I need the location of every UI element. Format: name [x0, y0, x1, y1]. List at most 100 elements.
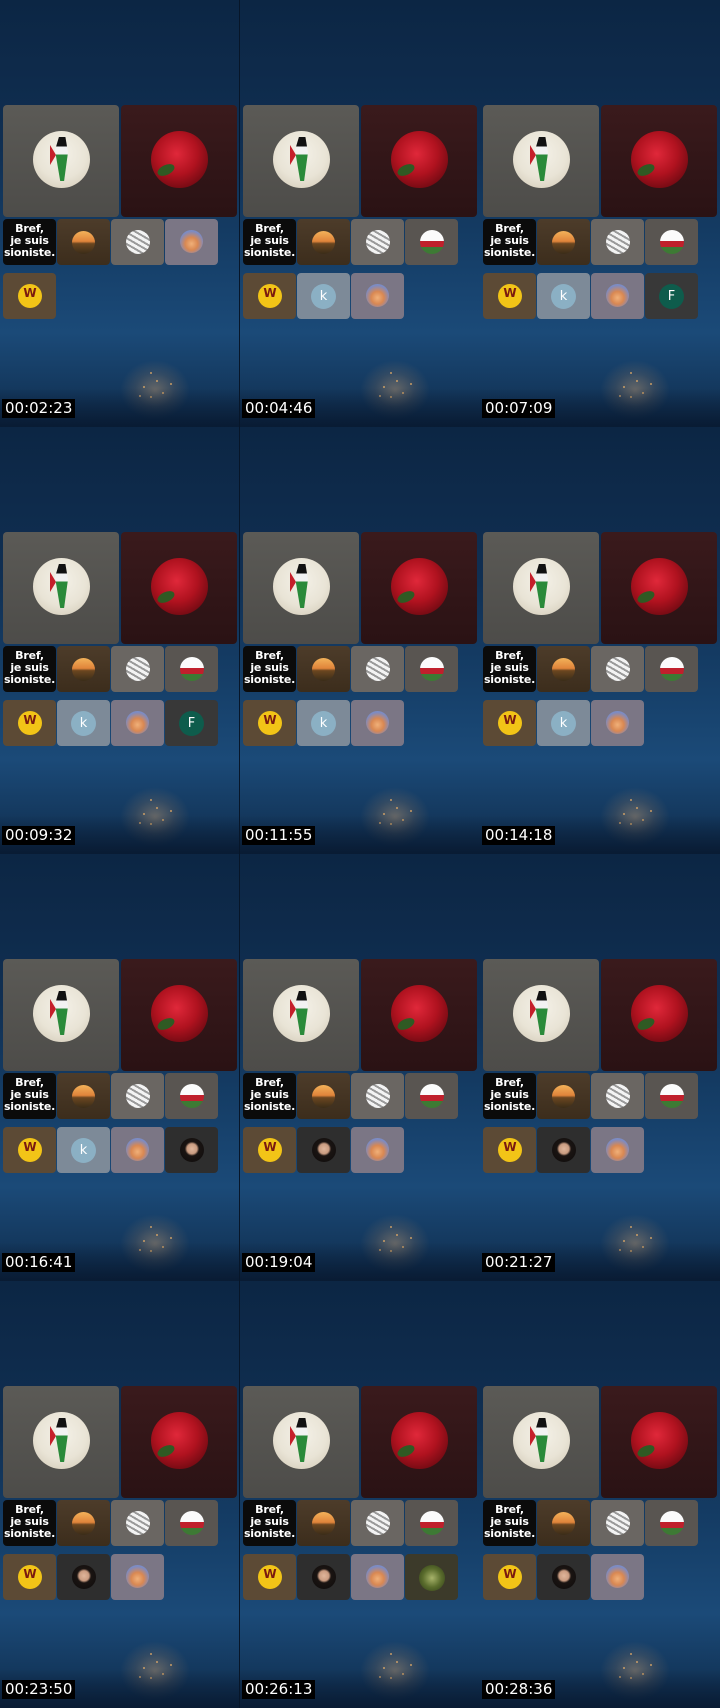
participant-tile-flag[interactable]	[165, 1073, 218, 1119]
participant-tile-k[interactable]: k	[537, 700, 590, 746]
participant-tile-flag[interactable]	[405, 646, 458, 692]
participant-tile-woman[interactable]	[57, 1554, 110, 1600]
participant-tile-sunset[interactable]	[537, 1500, 590, 1546]
participant-tile-w[interactable]: W	[3, 1554, 56, 1600]
participant-tile-w[interactable]: W	[483, 1554, 536, 1600]
participant-tile-map-speaker[interactable]	[483, 105, 599, 217]
participant-tile-map-speaker[interactable]	[243, 105, 359, 217]
participant-tile-flag[interactable]	[645, 1073, 698, 1119]
participant-tile-bref[interactable]: Bref, je suis sioniste.	[243, 646, 296, 692]
participant-tile-ball[interactable]	[591, 646, 644, 692]
participant-tile-k[interactable]: k	[57, 700, 110, 746]
participant-tile-green[interactable]	[405, 1554, 458, 1600]
participant-tile-rose-speaker[interactable]	[601, 959, 717, 1071]
participant-tile-bref[interactable]: Bref, je suis sioniste.	[483, 646, 536, 692]
participant-tile-sunset[interactable]	[57, 1073, 110, 1119]
participant-tile-bref[interactable]: Bref, je suis sioniste.	[483, 219, 536, 265]
participant-tile-rose-speaker[interactable]	[361, 959, 477, 1071]
participant-tile-w[interactable]: W	[243, 700, 296, 746]
participant-tile-map-speaker[interactable]	[243, 532, 359, 644]
participant-tile-ball[interactable]	[111, 1073, 164, 1119]
participant-tile-w[interactable]: W	[3, 1127, 56, 1173]
participant-tile-map-speaker[interactable]	[3, 959, 119, 1071]
participant-tile-bref[interactable]: Bref, je suis sioniste.	[3, 219, 56, 265]
participant-tile-flag[interactable]	[165, 1500, 218, 1546]
participant-tile-light[interactable]	[591, 1554, 644, 1600]
participant-tile-map-speaker[interactable]	[483, 532, 599, 644]
participant-tile-k[interactable]: k	[537, 273, 590, 319]
participant-tile-bref[interactable]: Bref, je suis sioniste.	[3, 646, 56, 692]
participant-tile-w[interactable]: W	[243, 273, 296, 319]
participant-tile-rose-speaker[interactable]	[121, 959, 237, 1071]
participant-tile-bref[interactable]: Bref, je suis sioniste.	[483, 1073, 536, 1119]
participant-tile-sunset[interactable]	[537, 219, 590, 265]
participant-tile-ball[interactable]	[351, 1073, 404, 1119]
participant-tile-ball[interactable]	[111, 219, 164, 265]
participant-tile-sunset[interactable]	[537, 1073, 590, 1119]
participant-tile-flag[interactable]	[645, 1500, 698, 1546]
participant-tile-sunset[interactable]	[297, 219, 350, 265]
participant-tile-sunset[interactable]	[297, 1073, 350, 1119]
participant-tile-flag[interactable]	[645, 646, 698, 692]
participant-tile-light[interactable]	[591, 700, 644, 746]
participant-tile-rose-speaker[interactable]	[601, 532, 717, 644]
participant-tile-flag[interactable]	[405, 1073, 458, 1119]
participant-tile-woman[interactable]	[537, 1127, 590, 1173]
participant-tile-woman[interactable]	[297, 1127, 350, 1173]
participant-tile-light[interactable]	[111, 1127, 164, 1173]
participant-tile-rose-speaker[interactable]	[361, 532, 477, 644]
participant-tile-bref[interactable]: Bref, je suis sioniste.	[243, 1073, 296, 1119]
participant-tile-light[interactable]	[111, 700, 164, 746]
participant-tile-map-speaker[interactable]	[3, 532, 119, 644]
participant-tile-map-speaker[interactable]	[3, 105, 119, 217]
participant-tile-bref[interactable]: Bref, je suis sioniste.	[483, 1500, 536, 1546]
participant-tile-ball[interactable]	[111, 1500, 164, 1546]
participant-tile-map-speaker[interactable]	[483, 1386, 599, 1498]
participant-tile-w[interactable]: W	[483, 1127, 536, 1173]
participant-tile-bref[interactable]: Bref, je suis sioniste.	[3, 1073, 56, 1119]
participant-tile-rose-speaker[interactable]	[121, 1386, 237, 1498]
participant-tile-ball[interactable]	[591, 219, 644, 265]
participant-tile-w[interactable]: W	[243, 1554, 296, 1600]
participant-tile-light[interactable]	[165, 219, 218, 265]
participant-tile-bref[interactable]: Bref, je suis sioniste.	[3, 1500, 56, 1546]
participant-tile-bref[interactable]: Bref, je suis sioniste.	[243, 1500, 296, 1546]
participant-tile-rose-speaker[interactable]	[361, 105, 477, 217]
participant-tile-flag[interactable]	[645, 219, 698, 265]
participant-tile-sunset[interactable]	[57, 646, 110, 692]
participant-tile-light[interactable]	[591, 273, 644, 319]
participant-tile-sunset[interactable]	[537, 646, 590, 692]
participant-tile-light[interactable]	[351, 273, 404, 319]
participant-tile-sunset[interactable]	[297, 646, 350, 692]
participant-tile-light[interactable]	[351, 1554, 404, 1600]
participant-tile-light[interactable]	[351, 700, 404, 746]
participant-tile-w[interactable]: W	[3, 700, 56, 746]
participant-tile-ball[interactable]	[351, 646, 404, 692]
participant-tile-flag[interactable]	[165, 646, 218, 692]
participant-tile-w[interactable]: W	[3, 273, 56, 319]
participant-tile-map-speaker[interactable]	[483, 959, 599, 1071]
participant-tile-light[interactable]	[351, 1127, 404, 1173]
participant-tile-F[interactable]: F	[165, 700, 218, 746]
participant-tile-sunset[interactable]	[57, 219, 110, 265]
participant-tile-map-speaker[interactable]	[3, 1386, 119, 1498]
participant-tile-woman[interactable]	[297, 1554, 350, 1600]
participant-tile-woman[interactable]	[537, 1554, 590, 1600]
participant-tile-ball[interactable]	[591, 1500, 644, 1546]
participant-tile-k[interactable]: k	[57, 1127, 110, 1173]
participant-tile-sunset[interactable]	[57, 1500, 110, 1546]
participant-tile-rose-speaker[interactable]	[601, 1386, 717, 1498]
participant-tile-ball[interactable]	[351, 219, 404, 265]
participant-tile-map-speaker[interactable]	[243, 959, 359, 1071]
participant-tile-w[interactable]: W	[243, 1127, 296, 1173]
participant-tile-F[interactable]: F	[645, 273, 698, 319]
participant-tile-k[interactable]: k	[297, 700, 350, 746]
participant-tile-light[interactable]	[591, 1127, 644, 1173]
participant-tile-ball[interactable]	[351, 1500, 404, 1546]
participant-tile-rose-speaker[interactable]	[601, 105, 717, 217]
participant-tile-rose-speaker[interactable]	[361, 1386, 477, 1498]
participant-tile-light[interactable]	[111, 1554, 164, 1600]
participant-tile-sunset[interactable]	[297, 1500, 350, 1546]
participant-tile-woman[interactable]	[165, 1127, 218, 1173]
participant-tile-flag[interactable]	[405, 219, 458, 265]
